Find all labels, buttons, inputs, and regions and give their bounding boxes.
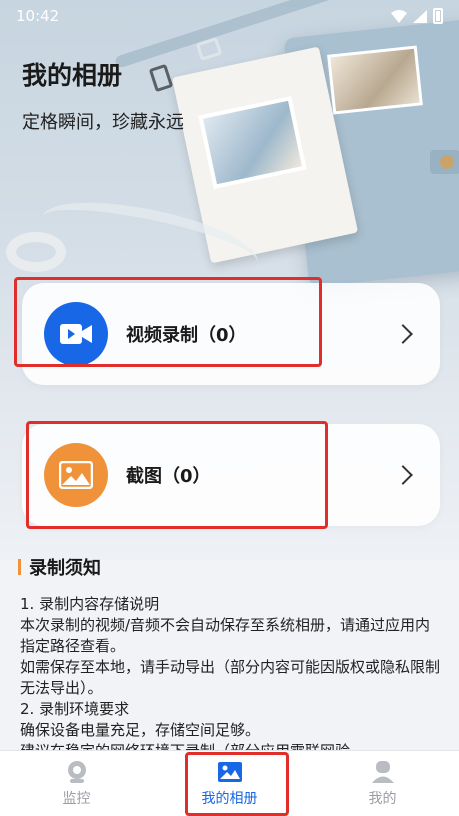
signal-icon	[413, 9, 427, 23]
photo-decoration	[327, 45, 423, 115]
screenshot-card[interactable]: 截图（0）	[22, 424, 440, 526]
buckle-decoration	[148, 63, 174, 93]
bottom-nav: 监控 我的相册 我的	[0, 750, 459, 816]
notice-line: 本次录制的视频/音频不会自动保存至系统相册，请通过应用内指定路径查看。	[20, 616, 431, 655]
nav-item-monitor[interactable]: 监控	[0, 751, 153, 816]
screenshot-label: 截图（0）	[126, 466, 211, 487]
wifi-icon	[391, 9, 407, 23]
notice-heading: 录制须知	[18, 554, 101, 580]
notice-line: 确保设备电量充足，存储空间足够。	[20, 721, 261, 739]
nav-item-profile[interactable]: 我的	[306, 751, 459, 816]
video-recording-card[interactable]: 视频录制（0）	[22, 283, 440, 385]
nav-label: 我的相册	[201, 790, 258, 807]
tape-decoration	[6, 232, 66, 272]
camera-icon	[67, 760, 86, 783]
notice-line: 2. 录制环境要求	[20, 700, 130, 718]
album-button-decoration	[440, 155, 454, 169]
notice-line: 1. 录制内容存储说明	[20, 595, 160, 613]
battery-icon	[433, 8, 443, 24]
page-subtitle: 定格瞬间，珍藏永远	[22, 112, 184, 133]
chevron-right-icon	[393, 324, 413, 344]
heading-accent-bar	[18, 559, 21, 575]
video-icon	[44, 302, 108, 366]
notice-body: 1. 录制内容存储说明 本次录制的视频/音频不会自动保存至系统相册，请通过应用内…	[20, 594, 440, 750]
notice-line: 如需保存至本地，请手动导出（部分内容可能因版权或隐私限制无法导出）。	[20, 658, 440, 697]
profile-icon	[371, 760, 394, 783]
nav-item-my-album[interactable]: 我的相册	[153, 751, 306, 816]
page-title: 我的相册	[22, 61, 123, 90]
album-icon	[217, 761, 242, 782]
status-bar: 10:42	[0, 0, 459, 32]
notice-line: 建议在稳定的网络环境下录制（部分应用需联网验	[20, 741, 440, 750]
image-icon	[44, 443, 108, 507]
nav-label: 监控	[62, 790, 91, 807]
nav-label: 我的	[368, 790, 397, 807]
status-time: 10:42	[16, 7, 60, 25]
chevron-right-icon	[393, 465, 413, 485]
notice-heading-text: 录制须知	[29, 558, 101, 579]
video-recording-label: 视频录制（0）	[126, 325, 247, 346]
